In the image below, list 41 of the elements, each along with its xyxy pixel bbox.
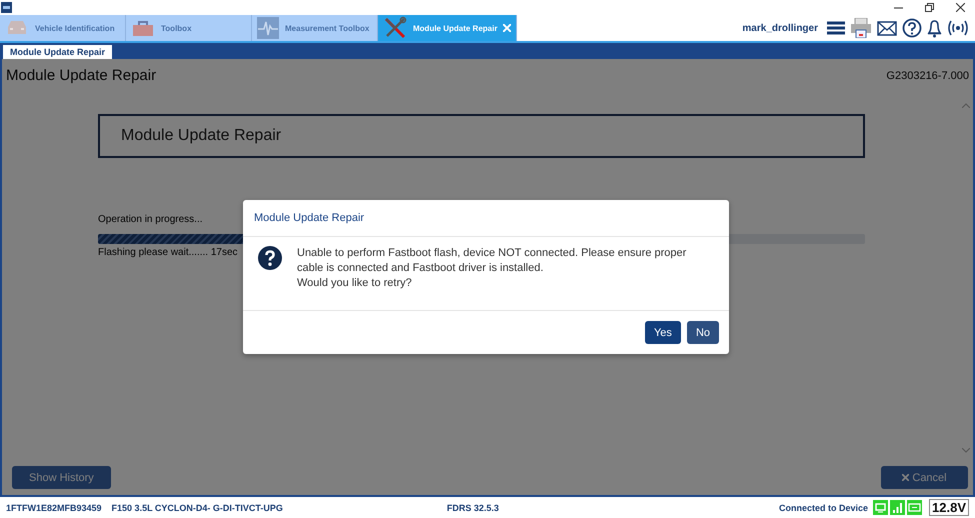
panel-title: Module Update Repair bbox=[98, 114, 865, 158]
voltage-reading: 12.8V bbox=[929, 499, 969, 516]
dialog-button[interactable]: No bbox=[686, 321, 719, 344]
cancel-button[interactable]: Cancel bbox=[881, 466, 968, 489]
software-version: FDRS 32.5.3 bbox=[446, 502, 499, 512]
dialog-title: Module Update Repair bbox=[254, 212, 364, 224]
toolbox-icon bbox=[131, 19, 155, 37]
vehicle-text: F150 3.5L CYCLON-D4- G-DI-TIVCT-UPG bbox=[112, 502, 283, 512]
restore-icon[interactable] bbox=[925, 3, 934, 12]
progress-reading: Flashing please wait....... 17sec bbox=[98, 247, 238, 258]
dialog-button[interactable]: Yes bbox=[644, 321, 681, 344]
app-logo-icon bbox=[1, 2, 12, 13]
device-icon bbox=[873, 500, 888, 515]
module-tab[interactable]: Module Update Repair bbox=[378, 15, 518, 41]
battery-icon bbox=[907, 500, 922, 515]
dialog-message: Would you like to retry? bbox=[297, 276, 413, 291]
dialog-message: Unable to perform Fastboot flash, device NOT connected. Please ensure proper cable is connected and Fastboot driver is installed. bbox=[297, 246, 688, 276]
module-tab[interactable]: Measurement Toolbox bbox=[252, 15, 378, 41]
signal-icon bbox=[890, 500, 906, 515]
page-tab[interactable]: Module Update Repair bbox=[3, 45, 112, 59]
version-code: G2303216-7.000 bbox=[886, 70, 969, 84]
operation-status: Operation in progress... bbox=[98, 214, 202, 225]
car-icon bbox=[5, 19, 29, 37]
waveform-icon bbox=[257, 17, 279, 39]
connection-status: Connected to Device bbox=[778, 502, 868, 512]
question-icon bbox=[258, 246, 282, 270]
tools-icon bbox=[383, 16, 407, 40]
module-tab[interactable]: Vehicle Identification bbox=[0, 15, 126, 41]
close-icon[interactable] bbox=[956, 3, 965, 12]
mail-icon[interactable] bbox=[877, 20, 897, 36]
wireless-icon[interactable] bbox=[947, 20, 969, 36]
printer-icon[interactable] bbox=[850, 18, 872, 38]
page-title: Module Update Repair bbox=[6, 67, 156, 84]
close-icon bbox=[902, 474, 910, 481]
user-name: mark_drollinger bbox=[742, 22, 818, 34]
bell-icon[interactable] bbox=[927, 18, 942, 38]
module-tab[interactable]: Toolbox bbox=[126, 15, 252, 41]
vin-text: 1FTFW1E82MFB93459 bbox=[6, 502, 102, 512]
show-history-button[interactable]: Show History bbox=[12, 466, 111, 489]
help-icon[interactable] bbox=[902, 18, 922, 38]
menu-icon[interactable] bbox=[827, 21, 845, 35]
